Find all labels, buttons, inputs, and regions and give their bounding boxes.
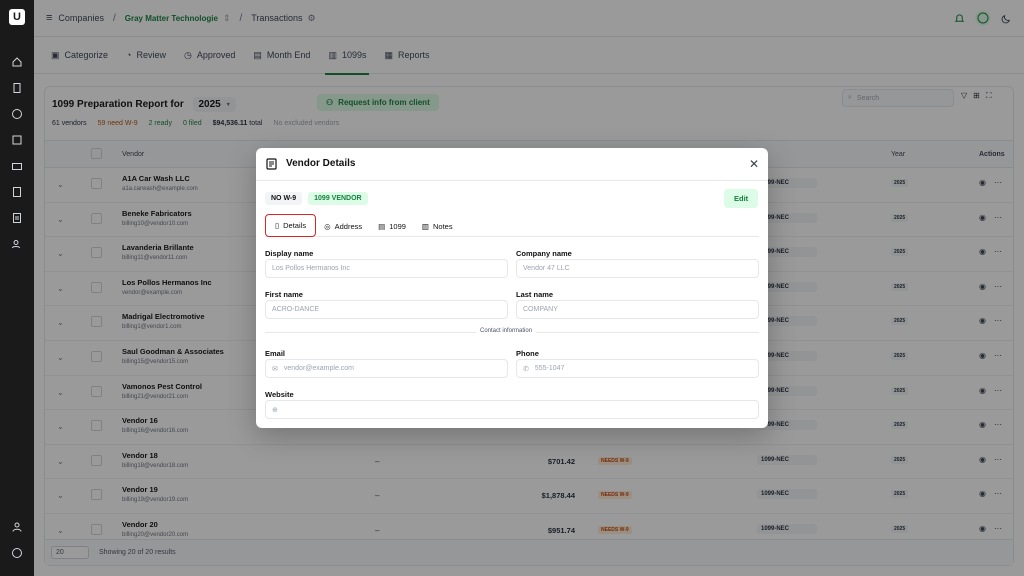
notes-icon: ▥ <box>421 222 430 231</box>
last-name-field[interactable]: COMPANY <box>516 300 759 319</box>
first-name-field[interactable]: ACRO-DANCE <box>265 300 508 319</box>
mail-icon: ✉ <box>272 365 278 373</box>
phone-placeholder: 555-1047 <box>534 365 565 372</box>
tab-label: Notes <box>433 222 453 231</box>
users-icon[interactable] <box>11 238 23 250</box>
tab-1099[interactable]: ▤ 1099 <box>370 216 414 237</box>
website-field[interactable]: ⊕ <box>265 400 759 419</box>
vendor-details-modal: Vendor Details ✕ NO W-9 1099 VENDOR Edit… <box>256 148 768 428</box>
first-name-placeholder: ACRO-DANCE <box>272 306 320 313</box>
modal-tabs: ▯ Details ◎ Address ▤ 1099 ▥ Notes <box>265 214 759 237</box>
last-name-label: Last name <box>516 290 554 299</box>
email-placeholder: vendor@example.com <box>283 365 355 372</box>
ledger-icon[interactable] <box>11 134 23 146</box>
tab-notes[interactable]: ▥ Notes <box>414 216 461 237</box>
last-name-placeholder: COMPANY <box>523 306 558 313</box>
phone-label: Phone <box>516 349 539 358</box>
tab-label: Address <box>334 222 363 231</box>
modal-title: Vendor Details <box>286 158 356 169</box>
home-icon[interactable] <box>11 56 23 68</box>
receipt-icon[interactable] <box>11 82 23 94</box>
form-icon: ▤ <box>378 222 386 231</box>
vendor-badges: NO W-9 1099 VENDOR <box>265 192 368 205</box>
company-name-field[interactable]: Vendor 47 LLC <box>516 259 759 278</box>
modal-header: Vendor Details ✕ <box>256 148 768 181</box>
website-label: Website <box>265 390 294 399</box>
document-list-icon[interactable] <box>11 212 23 224</box>
tab-label: Details <box>283 221 307 230</box>
first-name-label: First name <box>265 290 303 299</box>
document-icon <box>266 158 277 170</box>
compass-icon[interactable] <box>11 108 23 120</box>
file-icon: ▯ <box>275 221 280 230</box>
globe-icon: ⊕ <box>272 406 278 414</box>
help-icon[interactable] <box>11 547 23 559</box>
tab-label: 1099 <box>389 222 406 231</box>
display-name-placeholder: Los Pollos Hermanos Inc <box>272 265 350 272</box>
close-icon[interactable]: ✕ <box>749 157 759 171</box>
briefcase-icon[interactable] <box>11 160 23 172</box>
edit-button[interactable]: Edit <box>724 189 759 208</box>
no-w9-badge: NO W-9 <box>265 192 303 205</box>
display-name-field[interactable]: Los Pollos Hermanos Inc <box>265 259 508 278</box>
file-icon[interactable] <box>11 186 23 198</box>
display-name-label: Display name <box>265 249 314 258</box>
sidebar: U <box>0 0 34 576</box>
location-pin-icon: ◎ <box>324 222 331 231</box>
contact-info-heading: Contact information <box>476 328 537 334</box>
phone-icon: ✆ <box>523 365 529 373</box>
tab-details[interactable]: ▯ Details <box>265 214 317 237</box>
tab-address[interactable]: ◎ Address <box>316 216 370 237</box>
company-name-placeholder: Vendor 47 LLC <box>523 265 570 272</box>
profile-icon[interactable] <box>11 521 23 533</box>
1099-vendor-badge: 1099 VENDOR <box>308 192 368 205</box>
email-label: Email <box>265 349 286 358</box>
phone-field[interactable]: ✆ 555-1047 <box>516 359 759 378</box>
app-logo[interactable]: U <box>9 9 25 25</box>
company-name-label: Company name <box>516 249 572 258</box>
email-field[interactable]: ✉ vendor@example.com <box>265 359 508 378</box>
